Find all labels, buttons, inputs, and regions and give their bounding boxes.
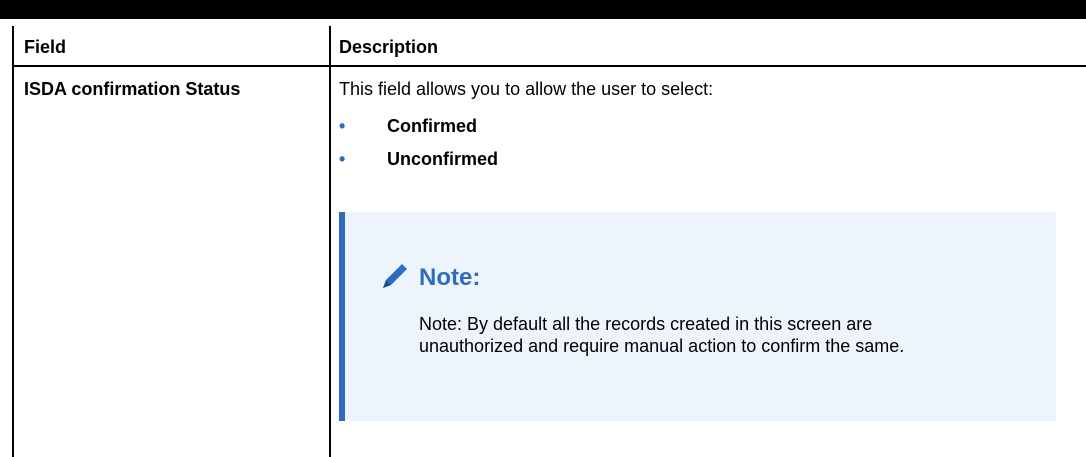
pencil-icon (379, 262, 409, 292)
header-row-divider (14, 65, 1086, 67)
field-name-cell: ISDA confirmation Status (24, 79, 241, 99)
option-label: Confirmed (387, 116, 477, 136)
option-label: Unconfirmed (387, 149, 499, 169)
note-callout: Note: Note: By default all the records c… (339, 212, 1056, 421)
description-intro: This field allows you to allow the user … (339, 79, 714, 99)
column-header-field: Field (24, 37, 67, 57)
note-title: Note: (419, 264, 481, 291)
column-divider (329, 26, 331, 457)
field-description-table: Field Description ISDA confirmation Stat… (12, 26, 1086, 457)
note-text: Note: By default all the records created… (419, 314, 905, 356)
bullet-icon: • (339, 149, 346, 169)
bullet-icon: • (339, 116, 346, 136)
top-rule (0, 0, 1086, 19)
column-header-description: Description (339, 37, 439, 57)
